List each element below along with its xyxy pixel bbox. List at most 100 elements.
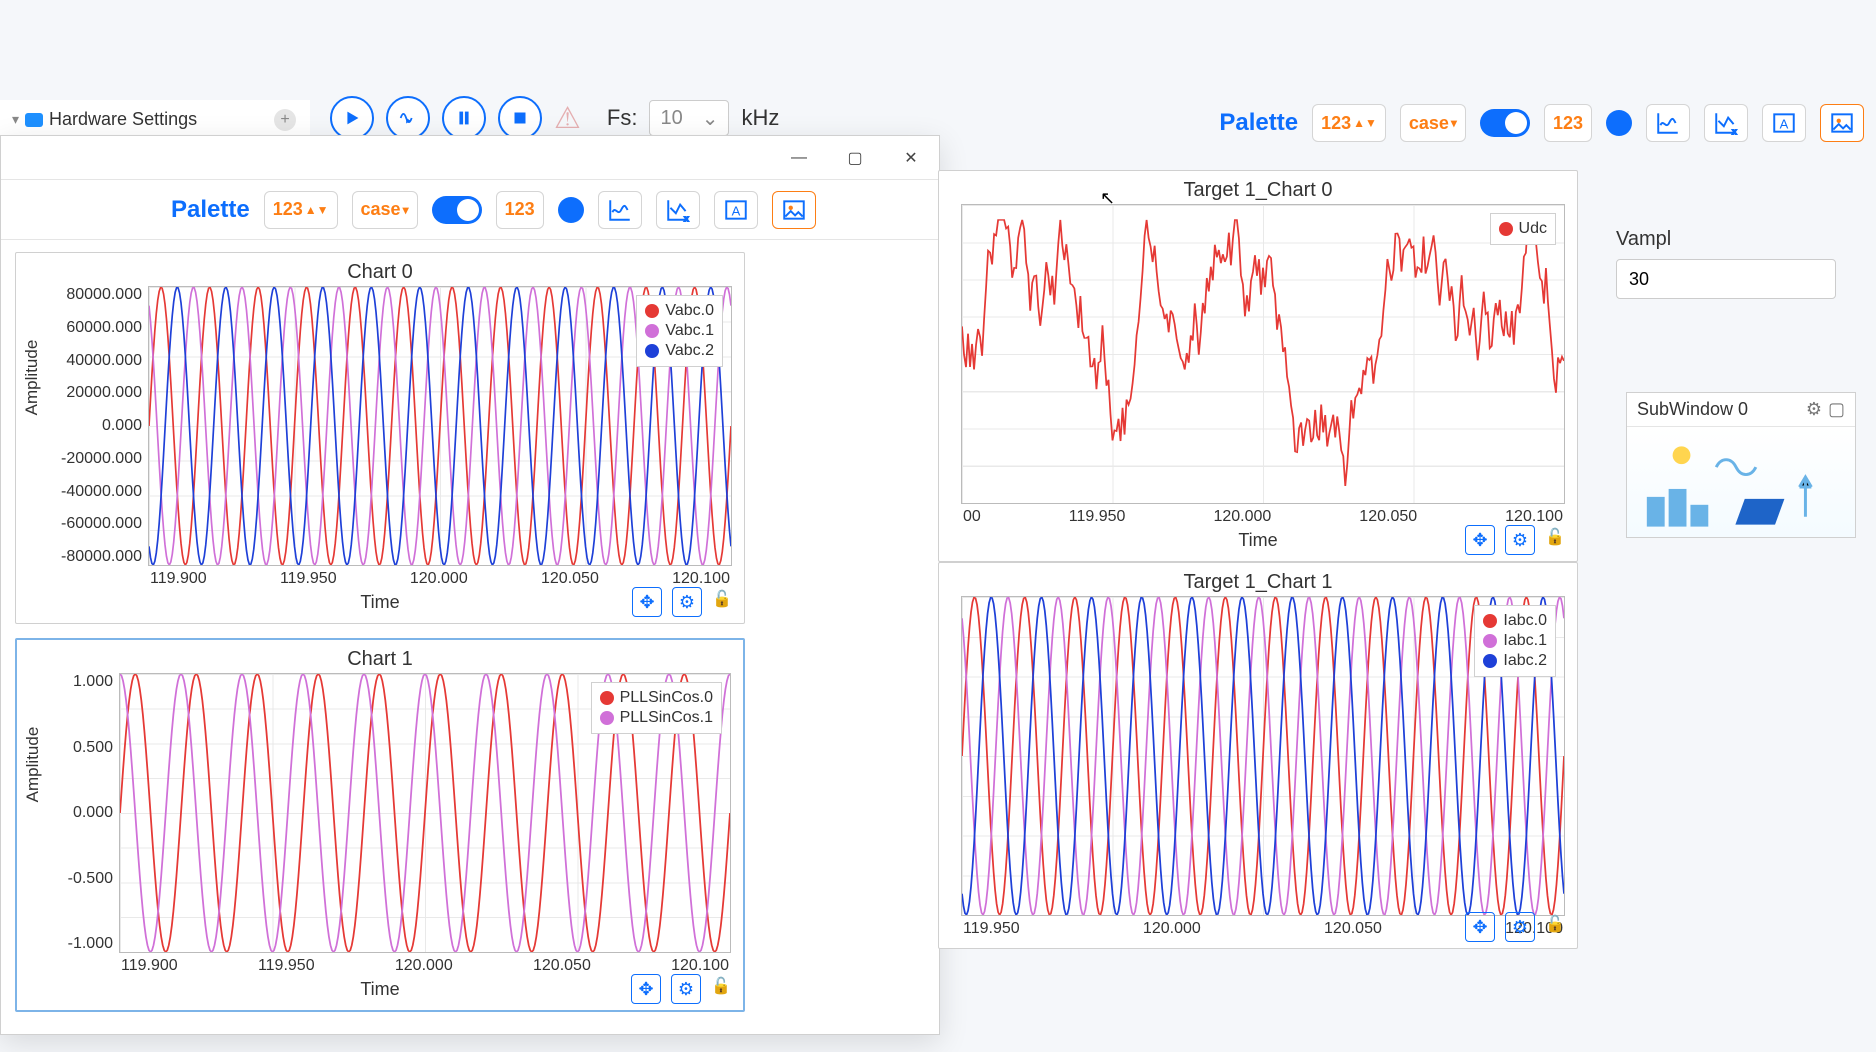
svg-text:A: A bbox=[1780, 116, 1789, 131]
subwindow-title: SubWindow 0 bbox=[1637, 399, 1748, 420]
y-ticks bbox=[951, 204, 961, 504]
fs-value: 10 bbox=[660, 107, 682, 130]
tree-item-hardware-settings[interactable]: ▾ Hardware Settings + bbox=[0, 100, 310, 140]
lock-icon[interactable]: 🔓 bbox=[712, 589, 738, 615]
palette-toggle[interactable] bbox=[1480, 109, 1530, 137]
legend-item[interactable]: Iabc.0 bbox=[1483, 612, 1547, 630]
number-format-button[interactable]: 123▲▼ bbox=[264, 191, 338, 229]
monitor-icon bbox=[25, 113, 43, 127]
lock-icon[interactable]: 🔓 bbox=[1545, 914, 1571, 940]
legend-item[interactable]: Vabc.1 bbox=[645, 322, 714, 340]
legend-item[interactable]: PLLSinCos.1 bbox=[600, 709, 713, 727]
chart-settings-button[interactable]: ⚙ bbox=[671, 974, 701, 1004]
legend: Vabc.0 Vabc.1 Vabc.2 bbox=[636, 295, 723, 367]
window-close-button[interactable]: ✕ bbox=[883, 136, 939, 180]
x-axis-label: Time bbox=[28, 592, 732, 613]
inspector-panel: Vampl bbox=[1616, 228, 1856, 299]
color-dot-icon[interactable] bbox=[1606, 110, 1632, 136]
legend-item[interactable]: Vabc.2 bbox=[645, 342, 714, 360]
window-minimize-button[interactable]: — bbox=[771, 136, 827, 180]
line-chart-icon[interactable] bbox=[1646, 104, 1690, 142]
inspector-field-label: Vampl bbox=[1616, 228, 1856, 251]
image-panel-icon[interactable] bbox=[1820, 104, 1864, 142]
text-annotation-icon[interactable]: A bbox=[1762, 104, 1806, 142]
subwindow-panel[interactable]: SubWindow 0 ⚙ ▢ bbox=[1626, 392, 1856, 538]
subwindow-thumbnail bbox=[1627, 427, 1855, 537]
window-maximize-button[interactable]: ▢ bbox=[827, 136, 883, 180]
add-button[interactable]: + bbox=[274, 109, 296, 131]
x-axis-label: Time bbox=[29, 979, 731, 1000]
axis-xy-icon[interactable]: x bbox=[656, 191, 700, 229]
palette-bar-subwindow: Palette 123▲▼ case ▾ 123 x A bbox=[1, 180, 939, 240]
tree-item-label: Hardware Settings bbox=[49, 109, 197, 130]
legend-item[interactable]: Udc bbox=[1499, 220, 1547, 238]
gear-icon[interactable]: ⚙ bbox=[1806, 399, 1822, 420]
chart-settings-button[interactable]: ⚙ bbox=[1505, 525, 1535, 555]
palette-toggle[interactable] bbox=[432, 196, 482, 224]
wave-play-button[interactable] bbox=[386, 96, 430, 140]
x-ticks: 00119.950120.000120.050120.100 bbox=[961, 508, 1565, 526]
color-dot-icon[interactable] bbox=[558, 197, 584, 223]
legend: PLLSinCos.0 PLLSinCos.1 bbox=[591, 682, 722, 734]
chart-card-chart1[interactable]: Chart 1 Amplitude 1.0000.5000.000-0.500-… bbox=[15, 638, 745, 1012]
palette-label: Palette bbox=[171, 196, 250, 224]
legend: Udc bbox=[1490, 213, 1556, 245]
y-axis-label: Amplitude bbox=[22, 340, 42, 416]
image-panel-icon[interactable] bbox=[772, 191, 816, 229]
svg-text:A: A bbox=[731, 203, 740, 218]
fs-select[interactable]: 10 ⌄ bbox=[649, 100, 729, 136]
chart-title: Target 1_Chart 0 bbox=[951, 179, 1565, 202]
y-ticks bbox=[951, 596, 961, 916]
chart-title: Target 1_Chart 1 bbox=[951, 571, 1565, 594]
y-ticks: 80000.00060000.00040000.00020000.0000.00… bbox=[28, 286, 148, 566]
stop-button[interactable] bbox=[498, 96, 542, 140]
pan-tool-button[interactable]: ✥ bbox=[1465, 525, 1495, 555]
chart-card-t1c0[interactable]: Target 1_Chart 0 Udc 00119.950120.000120… bbox=[938, 170, 1578, 562]
popout-icon[interactable]: ▢ bbox=[1828, 399, 1845, 420]
chart-title: Chart 1 bbox=[29, 648, 731, 671]
chart-settings-button[interactable]: ⚙ bbox=[1505, 912, 1535, 942]
chart-card-t1c1[interactable]: Target 1_Chart 1 Iabc.0Iabc.1Iabc.2 119.… bbox=[938, 562, 1578, 949]
plot-area[interactable]: Vabc.0 Vabc.1 Vabc.2 bbox=[148, 286, 732, 566]
svg-text:x: x bbox=[1733, 127, 1737, 136]
case-dropdown[interactable]: case ▾ bbox=[352, 191, 418, 229]
legend-item[interactable]: Iabc.2 bbox=[1483, 652, 1547, 670]
palette-label: Palette bbox=[1219, 109, 1298, 137]
numeric-display-button[interactable]: 123 bbox=[496, 191, 544, 229]
window-titlebar[interactable]: — ▢ ✕ bbox=[1, 136, 939, 180]
y-ticks: 1.0000.5000.000-0.500-1.000 bbox=[29, 673, 119, 953]
fs-label: Fs: bbox=[607, 105, 638, 131]
line-chart-icon[interactable] bbox=[598, 191, 642, 229]
legend-item[interactable]: PLLSinCos.0 bbox=[600, 689, 713, 707]
chevron-down-icon: ▾ bbox=[12, 111, 19, 128]
plot-area[interactable]: Iabc.0 Iabc.1 Iabc.2 bbox=[961, 596, 1565, 916]
numeric-display-button[interactable]: 123 bbox=[1544, 104, 1592, 142]
main-area: Target 1_Chart 0 Udc 00119.950120.000120… bbox=[938, 170, 1866, 1052]
svg-text:x: x bbox=[684, 213, 688, 222]
text-annotation-icon[interactable]: A bbox=[714, 191, 758, 229]
y-axis-label: Amplitude bbox=[23, 727, 43, 803]
floating-subwindow: — ▢ ✕ Palette 123▲▼ case ▾ 123 x A Chart… bbox=[0, 135, 940, 1035]
pan-tool-button[interactable]: ✥ bbox=[631, 974, 661, 1004]
pan-tool-button[interactable]: ✥ bbox=[632, 587, 662, 617]
lock-icon[interactable]: 🔓 bbox=[1545, 527, 1571, 553]
inspector-field-input[interactable] bbox=[1616, 259, 1836, 299]
legend-item[interactable]: Vabc.0 bbox=[645, 302, 714, 320]
plot-area[interactable]: Udc bbox=[961, 204, 1565, 504]
case-dropdown[interactable]: case ▾ bbox=[1400, 104, 1466, 142]
chart-settings-button[interactable]: ⚙ bbox=[672, 587, 702, 617]
x-ticks: 119.900119.950120.000120.050120.100 bbox=[148, 570, 732, 588]
x-ticks: 119.900119.950120.000120.050120.100 bbox=[119, 957, 731, 975]
pause-button[interactable] bbox=[442, 96, 486, 140]
chevron-down-icon: ⌄ bbox=[702, 106, 719, 131]
lock-icon[interactable]: 🔓 bbox=[711, 976, 737, 1002]
chart-title: Chart 0 bbox=[28, 261, 732, 284]
plot-area[interactable]: PLLSinCos.0 PLLSinCos.1 bbox=[119, 673, 731, 953]
number-format-button[interactable]: 123▲▼ bbox=[1312, 104, 1386, 142]
play-button[interactable] bbox=[330, 96, 374, 140]
warning-icon: ⚠ bbox=[554, 101, 581, 136]
axis-xy-icon[interactable]: x bbox=[1704, 104, 1748, 142]
legend-item[interactable]: Iabc.1 bbox=[1483, 632, 1547, 650]
pan-tool-button[interactable]: ✥ bbox=[1465, 912, 1495, 942]
chart-card-chart0[interactable]: Chart 0 Amplitude 80000.00060000.0004000… bbox=[15, 252, 745, 624]
